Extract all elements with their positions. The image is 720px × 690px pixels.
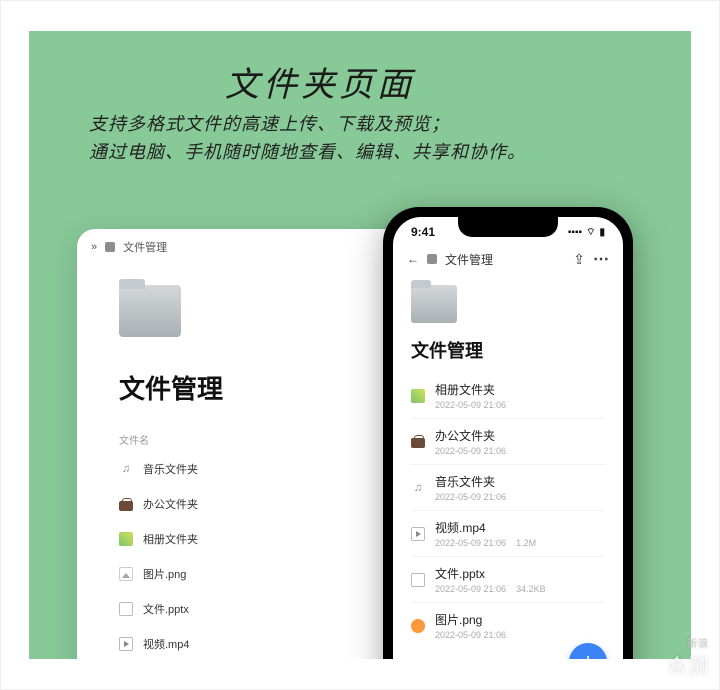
video-icon [119,637,133,651]
folder-small-icon [105,242,115,252]
file-name: 办公文件夹 [143,496,198,512]
file-date: 2022-05-09 21:06 [435,446,506,456]
briefcase-icon [119,501,133,511]
file-meta: 2022-05-09 21:06 [435,446,506,456]
signal-icon: ▪▪▪▪ [568,227,582,238]
watermark: 新浪 众测 [667,635,709,679]
file-date: 2022-05-09 21:06 [435,400,506,410]
breadcrumb-label: 文件管理 [123,239,167,255]
file-name: 办公文件夹 [435,427,506,444]
file-name: 视频.mp4 [143,636,189,652]
watermark-main: 众测 [667,656,709,678]
table-row[interactable]: 办公文件夹 [119,486,395,521]
desktop-breadcrumb[interactable]: » 文件管理 [77,229,429,265]
nav-breadcrumb[interactable]: 文件管理 [445,251,493,268]
file-meta: 2022-05-09 21:06 [435,492,506,502]
file-name: 图片.png [143,566,186,582]
chevron-icon: » [91,241,97,253]
promo-card: » 文件管理 文件管理 文件名 ♫音乐文件夹办公文件夹相册文件夹图片.png文件… [0,0,720,690]
file-date: 2022-05-09 21:06 [435,492,506,502]
battery-icon: ▮ [599,227,605,238]
file-size: 1.2M [516,538,536,548]
file-name: 音乐文件夹 [143,461,198,477]
list-item[interactable]: ♫ 音乐文件夹 2022-05-09 21:06 [411,464,605,510]
more-icon[interactable]: ⋯ [593,249,609,269]
folder-small-icon [427,254,437,264]
file-name: 图片.png [435,611,506,628]
desktop-mock: » 文件管理 文件管理 文件名 ♫ 音乐文件夹办公文件夹相册文件夹图片.png 文件… [77,229,429,659]
file-name: 视频.mp4 [435,519,536,536]
phone-title: 文件管理 [411,337,605,363]
list-item[interactable]: 视频.mp4 2022-05-09 21:06 1.2M [411,510,605,556]
phone-notch [458,217,558,237]
image-icon [119,567,133,581]
phone-frame: 9:41 ▪▪▪▪ ⌔ ▮ ← 文件管理 ⇪ ⋯ [383,207,633,659]
file-size: 34.2KB [516,584,546,594]
watermark-small: 新浪 [667,635,709,650]
music-icon: ♫ [119,462,133,476]
subheading-line-2: 通过电脑、手机随时随地查看、编辑、共享和协作。 [89,139,526,167]
picture-icon [411,619,425,633]
list-item[interactable]: 办公文件夹 2022-05-09 21:06 [411,418,605,464]
file-meta: 2022-05-09 21:06 [435,630,506,640]
file-name: 相册文件夹 [143,531,198,547]
table-row[interactable]: 视频.mp4 [119,626,395,659]
desktop-title: 文件管理 [119,369,395,406]
phone-screen: 9:41 ▪▪▪▪ ⌔ ▮ ← 文件管理 ⇪ ⋯ [393,217,623,659]
folder-large-icon [119,285,181,337]
list-item[interactable]: 相册文件夹 2022-05-09 21:06 [411,373,605,418]
back-button[interactable]: ← [407,252,419,266]
document-icon [119,602,133,616]
file-date: 2022-05-09 21:06 [435,630,506,640]
file-name: 文件.pptx [143,601,189,617]
briefcase-icon [411,438,425,448]
file-name: 音乐文件夹 [435,473,506,490]
subheading-line-1: 支持多格式文件的高速上传、下载及预览； [89,111,526,139]
file-date: 2022-05-09 21:06 [435,538,506,548]
column-header-name: 文件名 [119,432,395,447]
document-icon [411,573,425,587]
table-row[interactable]: 相册文件夹 [119,521,395,556]
file-meta: 2022-05-09 21:06 34.2KB [435,584,546,594]
list-item[interactable]: 图片.png 2022-05-09 21:06 [411,602,605,648]
file-meta: 2022-05-09 21:06 1.2M [435,538,536,548]
album-icon [411,389,425,403]
wifi-icon: ⌔ [586,226,595,239]
file-name: 文件.pptx [435,565,546,582]
status-time: 9:41 [411,225,435,239]
page-subheading: 支持多格式文件的高速上传、下载及预览； 通过电脑、手机随时随地查看、编辑、共享和… [89,111,526,167]
page-heading: 文件夹页面 [225,57,415,106]
table-row[interactable]: ♫ 音乐文件夹 [119,451,395,486]
album-icon [119,532,133,546]
share-icon[interactable]: ⇪ [573,251,585,268]
list-item[interactable]: 文件.pptx 2022-05-09 21:06 34.2KB [411,556,605,602]
file-meta: 2022-05-09 21:06 [435,400,506,410]
table-row[interactable]: 图片.png [119,556,395,591]
table-row[interactable]: 文件.pptx [119,591,395,626]
file-date: 2022-05-09 21:06 [435,584,506,594]
folder-medium-icon [411,285,457,323]
file-name: 相册文件夹 [435,381,506,398]
video-icon [411,527,425,541]
music-icon: ♫ [411,481,425,495]
